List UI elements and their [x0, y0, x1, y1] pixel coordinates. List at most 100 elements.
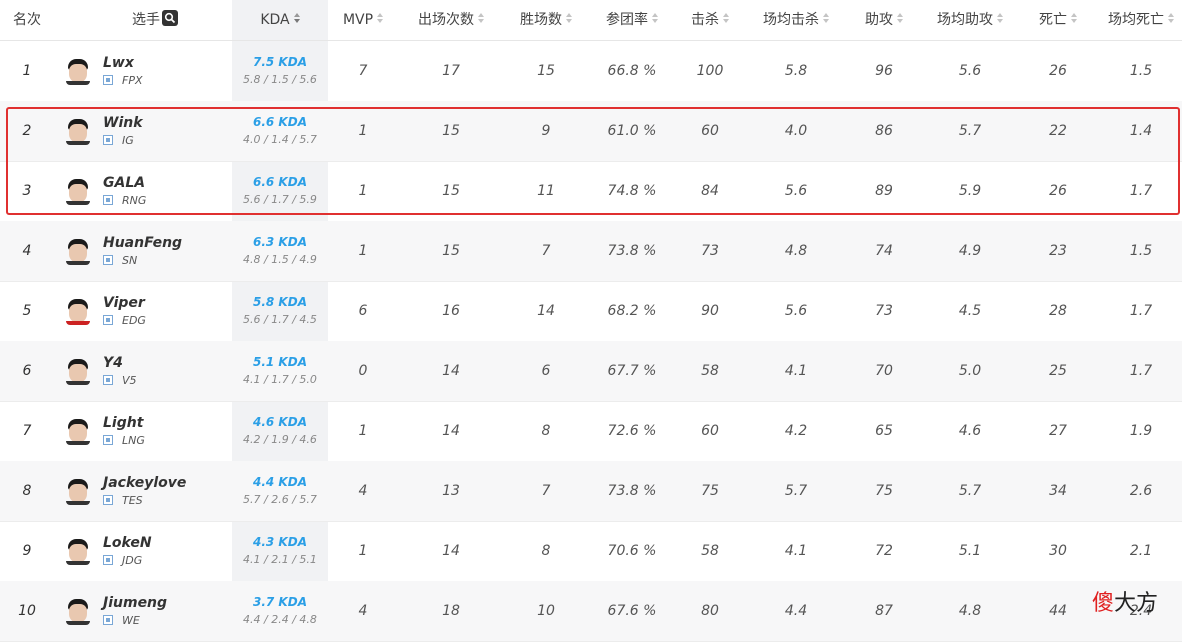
sort-icon [652, 13, 658, 23]
deaths-cell: 26 [1049, 63, 1067, 79]
participation-cell: 66.8 % [607, 63, 657, 79]
kills-cell: 60 [701, 123, 719, 139]
table-row[interactable]: 4 HuanFeng SN 6.3 KDA 4.8 / 1.5 / 4.9 1 15 7 73.… [0, 221, 1182, 282]
assists-cell: 75 [875, 483, 893, 499]
assists-cell: 87 [875, 603, 893, 619]
sort-icon [823, 13, 829, 23]
player-name[interactable]: Y4 [103, 354, 123, 372]
games-cell: 17 [442, 63, 460, 79]
mvp-cell: 1 [358, 123, 368, 139]
player-avatar[interactable] [66, 117, 90, 145]
sort-icon [293, 13, 300, 23]
kills-cell: 100 [696, 63, 724, 79]
kda-detail: 4.1 / 2.1 / 5.1 [243, 553, 317, 566]
table-row[interactable]: 1 Lwx FPX 7.5 KDA 5.8 / 1.5 / 5.6 7 17 15 66.8 %… [0, 41, 1182, 102]
avg-kills-cell: 5.8 [784, 63, 808, 79]
search-icon[interactable] [162, 10, 178, 26]
assists-cell: 72 [875, 543, 893, 559]
table-row[interactable]: 7 Light LNG 4.6 KDA 4.2 / 1.9 / 4.6 1 14 8 72.6 … [0, 401, 1182, 462]
sort-icon [1071, 13, 1077, 23]
kda-value: 5.8 KDA [253, 295, 307, 309]
rank-cell: 2 [22, 123, 32, 139]
deaths-cell: 28 [1049, 303, 1067, 319]
table-row[interactable]: 2 Wink IG 6.6 KDA 4.0 / 1.4 / 5.7 1 15 9 61.0 % 6… [0, 101, 1182, 162]
games-cell: 15 [442, 183, 460, 199]
table-row[interactable]: 6 Y4 V5 5.1 KDA 4.1 / 1.7 / 5.0 0 14 6 67.7 % 58 4… [0, 341, 1182, 402]
header-games[interactable]: 出场次数 [405, 0, 497, 40]
avg-deaths-cell: 1.7 [1129, 363, 1153, 379]
player-avatar[interactable] [66, 297, 90, 325]
player-avatar[interactable] [66, 537, 90, 565]
team-label: LNG [103, 434, 145, 448]
player-name[interactable]: Lwx [103, 54, 134, 72]
player-name[interactable]: Jiumeng [103, 594, 167, 612]
player-stats-table: 名次 选手 KDA MVP 出场次数 胜场数 参团率 击杀 场均击杀 助攻 场均… [0, 0, 1182, 642]
header-mvp[interactable]: MVP [328, 0, 398, 40]
header-deaths[interactable]: 死亡 [1026, 0, 1090, 40]
kda-value: 5.1 KDA [253, 355, 307, 369]
header-avg-deaths-label: 场均死亡 [1108, 12, 1164, 28]
team-label: FPX [103, 74, 143, 88]
deaths-cell: 22 [1049, 123, 1067, 139]
games-cell: 18 [442, 603, 460, 619]
kills-cell: 80 [701, 603, 719, 619]
player-avatar[interactable] [66, 237, 90, 265]
player-name[interactable]: Jackeylove [103, 474, 186, 492]
table-row[interactable]: 3 GALA RNG 6.6 KDA 5.6 / 1.7 / 5.9 1 15 11 74.8 … [0, 161, 1182, 222]
kda-detail: 4.2 / 1.9 / 4.6 [243, 433, 317, 446]
player-avatar[interactable] [66, 597, 90, 625]
team-logo-icon [103, 375, 113, 385]
watermark-part-1: 傻 [1092, 591, 1115, 616]
kda-cell: 5.1 KDA 4.1 / 1.7 / 5.0 [232, 341, 328, 401]
team-name: IG [122, 134, 134, 147]
wins-cell: 6 [541, 363, 551, 379]
header-avg-assists[interactable]: 场均助攻 [924, 0, 1016, 40]
header-kda[interactable]: KDA [232, 0, 328, 40]
avg-assists-cell: 4.6 [958, 423, 982, 439]
deaths-cell: 44 [1049, 603, 1067, 619]
player-name[interactable]: Wink [103, 114, 143, 132]
sort-icon [1168, 13, 1174, 23]
header-assists[interactable]: 助攻 [852, 0, 916, 40]
header-avg-deaths[interactable]: 场均死亡 [1100, 0, 1182, 40]
avg-deaths-cell: 1.9 [1129, 423, 1153, 439]
rank-cell: 4 [22, 243, 32, 259]
deaths-cell: 27 [1049, 423, 1067, 439]
team-label: JDG [103, 554, 142, 568]
player-name[interactable]: Viper [103, 294, 145, 312]
player-name[interactable]: LokeN [103, 534, 152, 552]
kda-cell: 5.8 KDA 5.6 / 1.7 / 4.5 [232, 281, 328, 341]
player-avatar[interactable] [66, 357, 90, 385]
avg-kills-cell: 4.8 [784, 243, 808, 259]
avg-assists-cell: 5.0 [958, 363, 982, 379]
deaths-cell: 23 [1049, 243, 1067, 259]
wins-cell: 8 [541, 423, 551, 439]
participation-cell: 73.8 % [607, 243, 657, 259]
header-participation[interactable]: 参团率 [592, 0, 672, 40]
table-row[interactable]: 10 Jiumeng WE 3.7 KDA 4.4 / 2.4 / 4.8 4 18 10 67… [0, 581, 1182, 642]
table-row[interactable]: 9 LokeN JDG 4.3 KDA 4.1 / 2.1 / 5.1 1 14 8 70.6 … [0, 521, 1182, 582]
participation-cell: 70.6 % [607, 543, 657, 559]
player-avatar[interactable] [66, 57, 90, 85]
sort-icon [723, 13, 729, 23]
player-name[interactable]: GALA [103, 174, 145, 192]
header-avg-kills[interactable]: 场均击杀 [750, 0, 842, 40]
header-games-label: 出场次数 [418, 12, 474, 28]
table-row[interactable]: 5 Viper EDG 5.8 KDA 5.6 / 1.7 / 4.5 6 16 14 68.2… [0, 281, 1182, 342]
mvp-cell: 4 [358, 483, 368, 499]
team-name: EDG [122, 314, 146, 327]
player-avatar[interactable] [66, 417, 90, 445]
player-name[interactable]: HuanFeng [103, 234, 182, 252]
sort-icon [566, 13, 572, 23]
player-avatar[interactable] [66, 477, 90, 505]
player-avatar[interactable] [66, 177, 90, 205]
header-kills[interactable]: 击杀 [678, 0, 742, 40]
header-wins[interactable]: 胜场数 [505, 0, 587, 40]
player-name[interactable]: Light [103, 414, 143, 432]
kda-cell: 4.3 KDA 4.1 / 2.1 / 5.1 [232, 521, 328, 581]
assists-cell: 86 [875, 123, 893, 139]
kda-value: 7.5 KDA [253, 55, 307, 69]
sort-icon [478, 13, 484, 23]
team-label: IG [103, 134, 134, 148]
table-row[interactable]: 8 Jackeylove TES 4.4 KDA 5.7 / 2.6 / 5.7 4 13 7… [0, 461, 1182, 522]
